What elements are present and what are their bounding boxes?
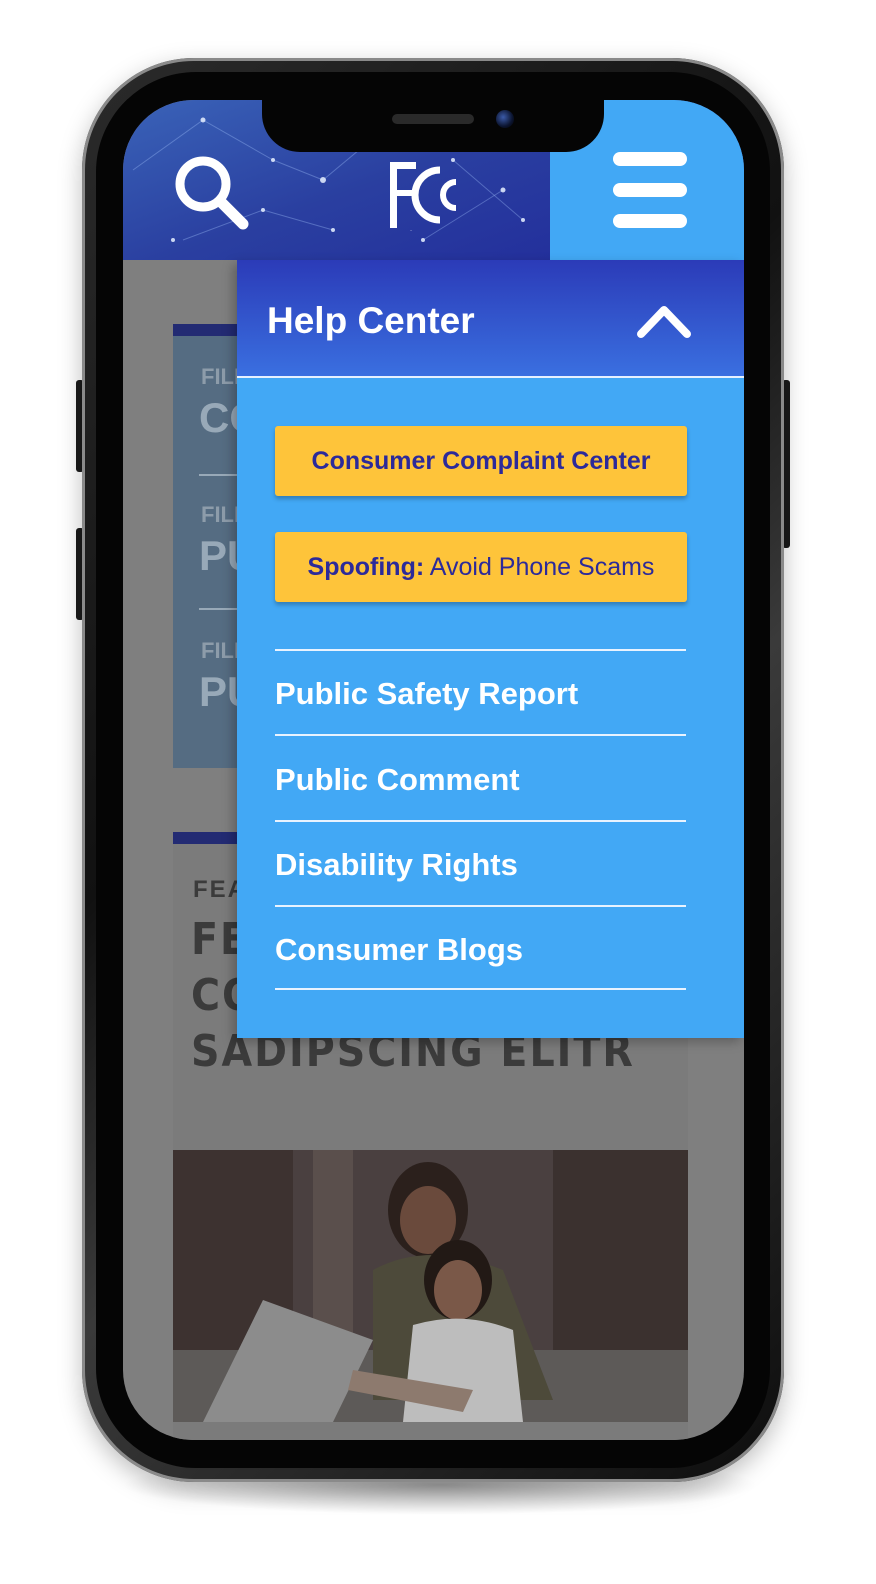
spoofing-button[interactable]: Spoofing: Avoid Phone Scams xyxy=(275,532,687,602)
public-safety-report-link[interactable]: Public Safety Report xyxy=(275,676,578,712)
disability-rights-link[interactable]: Disability Rights xyxy=(275,847,518,883)
dropdown-title: Help Center xyxy=(267,300,475,341)
dropdown-header[interactable]: Help Center xyxy=(237,260,744,378)
consumer-blogs-link[interactable]: Consumer Blogs xyxy=(275,932,523,968)
spoofing-text: Avoid Phone Scams xyxy=(429,553,655,581)
fcc-logo[interactable]: FCC xyxy=(388,158,473,233)
search-icon[interactable] xyxy=(171,152,251,232)
phone-screen: FCC FILE CO FILE PU FILE PU FEAT FEA IPS… xyxy=(123,100,744,1440)
menu-divider xyxy=(275,734,686,736)
hamburger-menu-icon[interactable] xyxy=(613,152,687,228)
public-comment-link[interactable]: Public Comment xyxy=(275,762,520,798)
menu-divider xyxy=(275,988,686,990)
chevron-up-icon[interactable] xyxy=(635,302,693,340)
spoofing-label: Spoofing: xyxy=(307,553,425,581)
card-divider xyxy=(199,474,239,476)
card-divider xyxy=(199,608,239,610)
help-center-dropdown: Help Center Consumer Complaint Center Sp… xyxy=(237,260,744,1038)
menu-divider xyxy=(275,905,686,907)
phone-notch xyxy=(262,96,604,152)
menu-divider xyxy=(275,820,686,822)
menu-divider xyxy=(275,649,686,651)
phone-speaker xyxy=(392,114,474,124)
consumer-complaint-center-button[interactable]: Consumer Complaint Center xyxy=(275,426,687,496)
front-camera xyxy=(496,110,514,128)
logo-text: FCC xyxy=(410,230,412,232)
featured-photo xyxy=(173,1150,688,1422)
